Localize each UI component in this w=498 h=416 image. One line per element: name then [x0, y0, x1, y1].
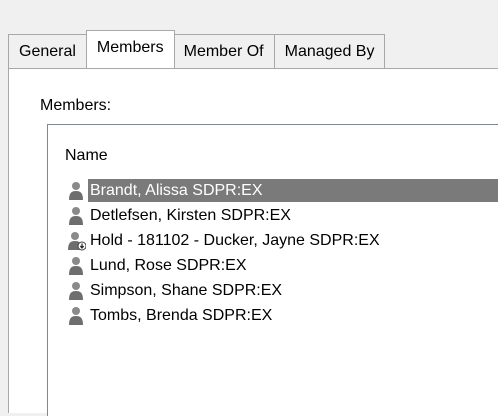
member-name: Tombs, Brenda SDPR:EX [90, 307, 273, 324]
tab-member-of[interactable]: Member Of [173, 34, 275, 68]
members-panel: Members: Name Brandt, Alissa SDPR:EX Det… [8, 68, 498, 416]
list-item[interactable]: Tombs, Brenda SDPR:EX [48, 303, 498, 328]
disabled-user-icon [68, 231, 86, 250]
user-icon [69, 306, 83, 325]
tab-general[interactable]: General [8, 34, 87, 68]
user-icon [69, 206, 83, 225]
member-rows: Brandt, Alissa SDPR:EX Detlefsen, Kirste… [48, 178, 498, 328]
user-icon [69, 256, 83, 275]
member-name: Detlefsen, Kirsten SDPR:EX [90, 207, 291, 224]
member-name: Brandt, Alissa SDPR:EX [88, 179, 498, 202]
tab-managed-by[interactable]: Managed By [274, 34, 386, 68]
list-item[interactable]: Lund, Rose SDPR:EX [48, 253, 498, 278]
member-name: Hold - 181102 - Ducker, Jayne SDPR:EX [90, 232, 380, 249]
user-icon [69, 181, 83, 200]
member-name: Simpson, Shane SDPR:EX [90, 282, 283, 299]
list-item[interactable]: Brandt, Alissa SDPR:EX [48, 178, 498, 203]
members-list[interactable]: Name Brandt, Alissa SDPR:EX Detlefsen, K… [47, 124, 498, 416]
list-item[interactable]: Simpson, Shane SDPR:EX [48, 278, 498, 303]
member-name: Lund, Rose SDPR:EX [90, 257, 247, 274]
tab-members[interactable]: Members [85, 30, 175, 68]
list-item[interactable]: Hold - 181102 - Ducker, Jayne SDPR:EX [48, 228, 498, 253]
tab-strip: General Members Member Of Managed By [8, 30, 498, 68]
list-item[interactable]: Detlefsen, Kirsten SDPR:EX [48, 203, 498, 228]
column-header-name[interactable]: Name [65, 147, 108, 165]
user-icon [69, 281, 83, 300]
members-label: Members: [40, 97, 112, 114]
